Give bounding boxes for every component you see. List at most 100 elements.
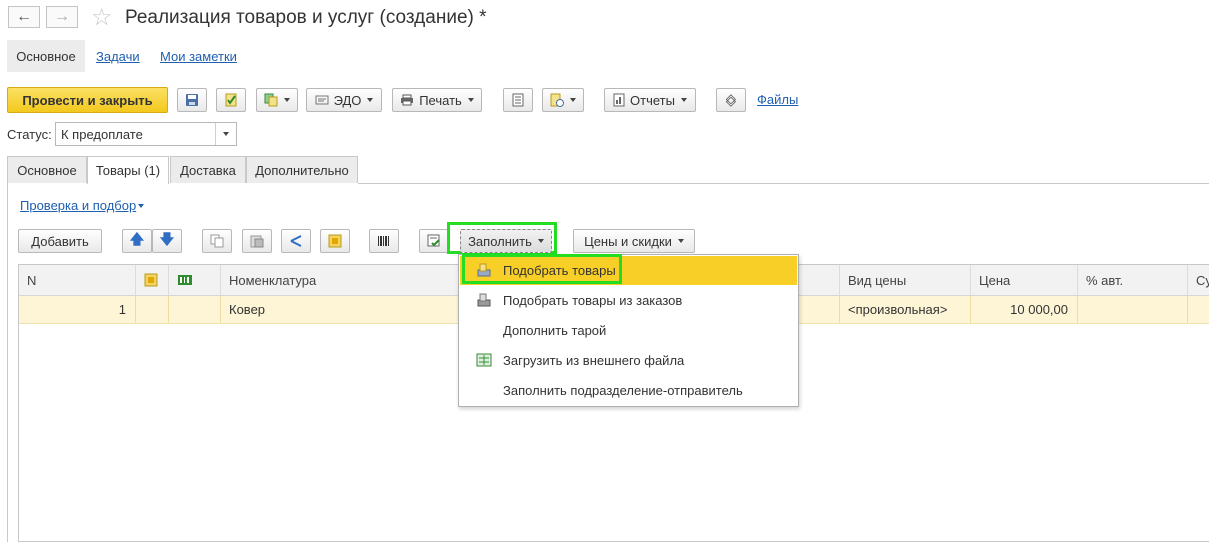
tab-osnovnoe[interactable]: Основное [7, 156, 87, 183]
set-storage-button[interactable] [320, 229, 350, 253]
arrow-right-icon: → [54, 8, 70, 25]
row-number: 1 [118, 302, 126, 317]
window-title: Реализация товаров и услуг (создание) * [125, 7, 487, 28]
list-journal-icon [512, 93, 524, 107]
column-header-price[interactable]: Цена [971, 265, 1078, 295]
tab-label: Основное [17, 162, 77, 178]
tab-label: Товары (1) [95, 163, 161, 178]
back-button[interactable]: ← [8, 6, 40, 28]
tasks-link[interactable]: Задачи [96, 49, 140, 64]
column-header-excise[interactable] [169, 265, 221, 295]
edo-label: ЭДО [333, 92, 362, 108]
journal-button[interactable] [503, 88, 533, 112]
price-type-value: <произвольная> [848, 302, 948, 317]
chevron-down-icon [680, 98, 687, 102]
edo-button[interactable]: ЭДО [306, 88, 382, 112]
paste-rows-button[interactable] [242, 229, 272, 253]
post-and-close-label: Провести и закрыть [22, 92, 153, 108]
copy-icon [210, 234, 224, 248]
checklist-icon [427, 234, 440, 247]
floppy-disk-icon [186, 94, 198, 106]
arrow-down-icon: 🡇 [159, 231, 175, 247]
chevron-down-icon [570, 98, 576, 102]
status-select[interactable]: К предоплате [55, 122, 237, 146]
tab-dostavka[interactable]: Доставка [170, 156, 246, 183]
related-docs-button[interactable] [542, 88, 584, 112]
print-button[interactable]: Печать [392, 88, 482, 112]
status-dropdown-button[interactable] [215, 123, 236, 145]
excise-stamp-icon [178, 275, 192, 285]
column-header-n[interactable]: N [19, 265, 136, 295]
arrow-left-icon: ← [16, 8, 32, 25]
tab-dopolnitelno[interactable]: Дополнительно [246, 156, 358, 183]
chevron-down-icon [284, 98, 290, 102]
report-icon [613, 93, 625, 107]
create-based-on-button[interactable] [256, 88, 298, 112]
select-goods-highlight [462, 254, 622, 284]
menu-item-label: Подобрать товары из заказов [503, 292, 683, 308]
column-header-price-type[interactable]: Вид цены [840, 265, 971, 295]
reports-button[interactable]: Отчеты [604, 88, 696, 112]
menu-item-label: Заполнить подразделение-отправитель [503, 382, 743, 398]
cell-price[interactable]: 10 000,00 [971, 296, 1078, 323]
status-value: К предоплате [61, 127, 143, 142]
prices-discounts-label: Цены и скидки [584, 233, 672, 249]
menu-item-add-packaging[interactable]: Дополнить тарой [460, 315, 797, 345]
move-up-button[interactable]: 🡅 [122, 229, 152, 253]
column-header-label: Цена [979, 272, 1011, 288]
select-from-orders-icon [477, 293, 491, 307]
prices-discounts-button[interactable]: Цены и скидки [573, 229, 695, 253]
split-icon [290, 235, 302, 247]
chevron-down-icon [537, 239, 544, 243]
check-and-select-link[interactable]: Проверка и подбор [20, 198, 136, 213]
split-row-button[interactable] [281, 229, 311, 253]
post-and-close-button[interactable]: Провести и закрыть [7, 87, 168, 113]
printer-icon [401, 94, 414, 106]
menu-item-load-external-file[interactable]: Загрузить из внешнего файла [460, 345, 797, 375]
print-label: Печать [419, 92, 462, 108]
storage-icon [328, 234, 342, 248]
cell-storage[interactable] [136, 296, 169, 323]
column-header-auto-percent[interactable]: % авт. [1078, 265, 1188, 295]
cell-excise[interactable] [169, 296, 221, 323]
menu-item-fill-sender-department[interactable]: Заполнить подразделение-отправитель [460, 375, 797, 405]
tab-label: Дополнительно [255, 162, 349, 178]
column-header-storage[interactable] [136, 265, 169, 295]
chevron-down-icon [138, 204, 144, 208]
status-label: Статус: [7, 127, 52, 142]
cell-auto-percent[interactable] [1078, 296, 1188, 323]
attach-button[interactable]: ⧉ [716, 88, 746, 112]
cell-price-type[interactable]: <произвольная> [840, 296, 971, 323]
item-name: Ковер [229, 302, 266, 317]
menu-item-select-from-orders[interactable]: Подобрать товары из заказов [460, 285, 797, 315]
forward-button[interactable]: → [46, 6, 78, 28]
column-header-label: % авт. [1086, 272, 1124, 288]
column-header-sum[interactable]: Су [1188, 265, 1209, 295]
scan-check-button[interactable] [419, 229, 449, 253]
tab-main-nav[interactable]: Основное [7, 40, 85, 72]
fill-button[interactable]: Заполнить [460, 229, 552, 253]
tab-tovary[interactable]: Товары (1) [87, 156, 169, 184]
arrow-up-icon: 🡅 [129, 231, 145, 247]
cell-n[interactable]: 1 [19, 296, 136, 323]
post-button[interactable] [216, 88, 246, 112]
column-header-label: Су [1196, 272, 1209, 288]
cell-sum[interactable] [1188, 296, 1209, 323]
notes-link[interactable]: Мои заметки [160, 49, 237, 64]
favorite-star-icon[interactable]: ☆ [91, 3, 113, 32]
column-header-label: Вид цены [848, 272, 907, 288]
chevron-down-icon [677, 239, 684, 243]
move-down-button[interactable]: 🡇 [152, 229, 182, 253]
copy-row-button[interactable] [202, 229, 232, 253]
chevron-down-icon [223, 132, 229, 136]
barcode-icon [378, 236, 389, 246]
save-button[interactable] [177, 88, 207, 112]
barcode-button[interactable] [369, 229, 399, 253]
reports-label: Отчеты [630, 92, 675, 108]
check-and-select-label: Проверка и подбор [20, 198, 137, 213]
add-button[interactable]: Добавить [18, 229, 102, 253]
files-link[interactable]: Файлы [757, 92, 798, 107]
fill-label: Заполнить [468, 233, 532, 249]
add-label: Добавить [31, 233, 89, 249]
column-header-label: N [27, 272, 37, 288]
